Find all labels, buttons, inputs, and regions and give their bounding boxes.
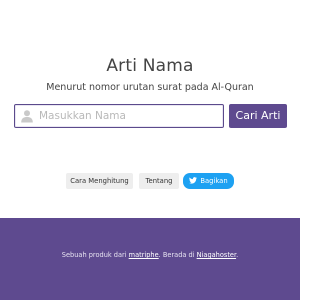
host-link[interactable]: Niagahoster — [197, 251, 236, 259]
search-field[interactable] — [14, 104, 224, 128]
page-title: Arti Nama — [106, 56, 194, 76]
user-icon — [21, 110, 33, 123]
footer: Sebuah produk dari matriphe. Berada di N… — [0, 218, 300, 300]
author-link[interactable]: matriphe — [129, 251, 159, 259]
search-form: Cari Arti — [14, 104, 287, 128]
share-label: Bagikan — [200, 177, 228, 185]
main-content: Arti Nama Menurut nomor urutan surat pad… — [0, 0, 300, 218]
action-links: Cara Menghitung Tentang Bagikan — [0, 173, 300, 189]
how-it-works-button[interactable]: Cara Menghitung — [66, 173, 133, 189]
twitter-bird-icon — [189, 176, 198, 184]
name-input[interactable] — [39, 107, 219, 125]
footer-prefix: Sebuah produk dari — [61, 251, 129, 259]
footer-middle: . Berada di — [158, 251, 197, 259]
search-button[interactable]: Cari Arti — [229, 104, 287, 128]
about-button[interactable]: Tentang — [139, 173, 179, 189]
page-subtitle: Menurut nomor urutan surat pada Al-Quran — [46, 82, 254, 93]
footer-text: Sebuah produk dari matriphe. Berada di N… — [0, 251, 300, 259]
page: Arti Nama Menurut nomor urutan surat pad… — [0, 0, 300, 300]
footer-suffix: . — [236, 251, 239, 259]
share-button[interactable]: Bagikan — [183, 173, 234, 189]
